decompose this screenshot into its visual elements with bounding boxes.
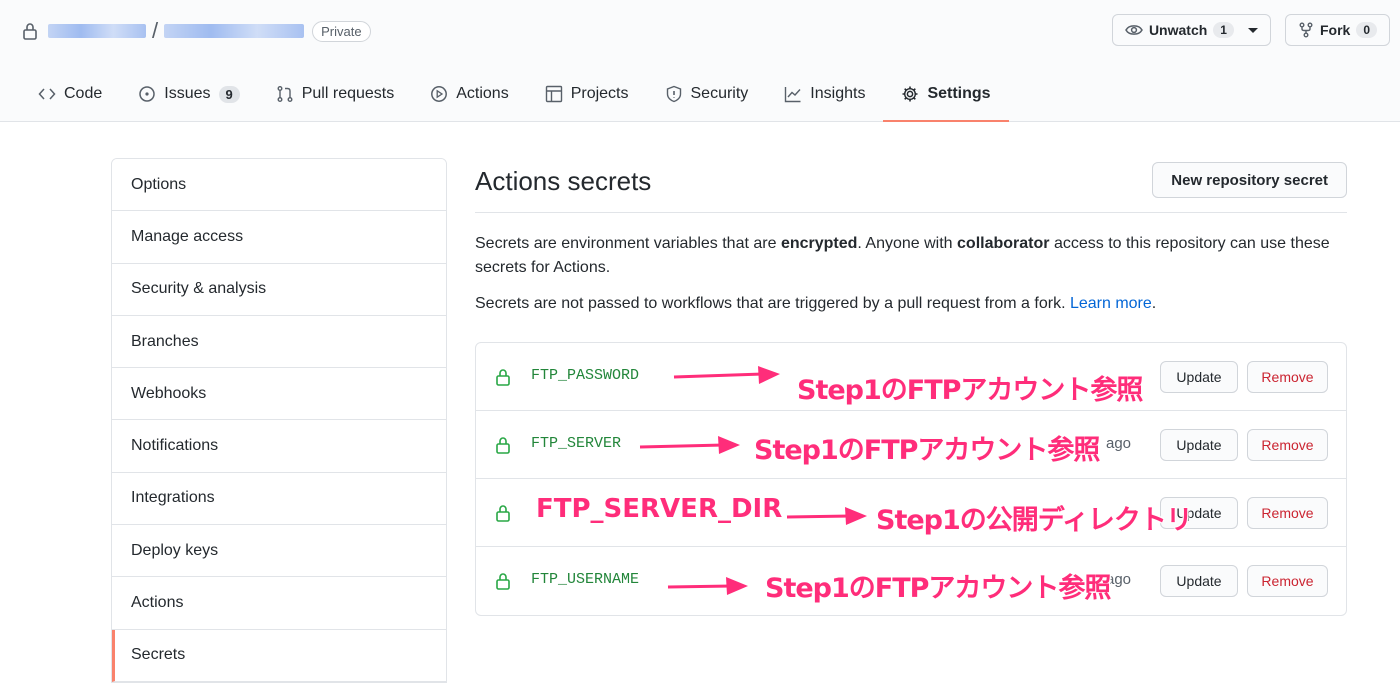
desc-text: Secrets are environment variables that a… <box>475 235 781 252</box>
remove-secret-button[interactable]: Remove <box>1247 361 1328 393</box>
project-icon <box>545 85 562 103</box>
tab-label: Actions <box>456 85 509 102</box>
watchers-count: 1 <box>1213 22 1234 38</box>
repo-path-separator: / <box>152 18 159 43</box>
remove-secret-button[interactable]: Remove <box>1247 429 1328 461</box>
sidebar-item-security-analysis[interactable]: Security & analysis <box>112 263 446 316</box>
update-secret-button[interactable]: Update <box>1160 361 1238 393</box>
sidebar-item-notifications[interactable]: Notifications <box>112 420 446 473</box>
sidebar-item-secrets[interactable]: Secrets <box>112 629 446 682</box>
secrets-description: Secrets are environment variables that a… <box>475 232 1347 280</box>
lock-icon <box>496 369 510 386</box>
tab-insights[interactable]: Insights <box>766 68 883 120</box>
play-icon <box>431 86 448 102</box>
remove-secret-button[interactable]: Remove <box>1247 497 1328 529</box>
tab-pull-requests[interactable]: Pull requests <box>258 68 413 120</box>
desc-bold-encrypted: encrypted <box>780 235 858 252</box>
repo-nav-tabs: Code Issues 9 Pull requests Actions Proj… <box>20 68 1009 122</box>
new-repository-secret-button[interactable]: New repository secret <box>1152 162 1347 198</box>
private-badge: Private <box>312 20 371 42</box>
issues-count: 9 <box>218 85 240 103</box>
tab-settings[interactable]: Settings <box>883 68 1009 122</box>
pull-request-icon <box>277 86 293 102</box>
eye-icon <box>1125 25 1143 35</box>
sidebar-item-branches[interactable]: Branches <box>112 315 446 369</box>
fork-button[interactable]: Fork 0 <box>1284 14 1390 46</box>
repo-title: / Private <box>22 18 371 44</box>
annotation-arrow <box>673 366 780 384</box>
annotation-arrow <box>786 507 867 525</box>
sidebar-item-webhooks[interactable]: Webhooks <box>112 368 446 421</box>
tab-code[interactable]: Code <box>20 68 120 120</box>
tab-issues[interactable]: Issues 9 <box>120 68 257 120</box>
lock-icon <box>23 23 37 40</box>
annotation-label: Step1のFTPアカウント参照 <box>754 435 1100 466</box>
annotation-label: Step1のFTPアカウント参照 <box>765 573 1111 604</box>
sidebar-item-actions[interactable]: Actions <box>112 577 446 630</box>
secrets-main: Actions secrets New repository secret Se… <box>475 158 1347 616</box>
tab-label: Insights <box>810 85 866 102</box>
annotation-label: Step1の公開ディレクトリ <box>876 505 1193 536</box>
sidebar-item-manage-access[interactable]: Manage access <box>112 211 446 264</box>
lock-icon <box>496 505 510 522</box>
annotation-arrow <box>639 436 740 454</box>
sidebar-item-options[interactable]: Options <box>112 159 446 212</box>
issue-icon <box>139 86 155 102</box>
desc-bold-collaborator: collaborator <box>957 235 1050 252</box>
repo-name-link[interactable] <box>164 24 305 38</box>
tab-label: Projects <box>570 85 629 102</box>
code-icon <box>38 88 56 100</box>
secret-name: FTP_SERVER <box>531 435 622 452</box>
lock-icon <box>496 437 510 454</box>
sidebar-item-deploy-keys[interactable]: Deploy keys <box>112 525 446 578</box>
settings-sidebar: Options Manage access Security & analysi… <box>111 158 447 683</box>
repo-header: / Private Unwatch 1 Fork 0 Code Issues 9… <box>0 0 1400 122</box>
chevron-down-icon <box>1247 27 1258 33</box>
fork-note-period: . <box>1151 295 1157 312</box>
repo-owner-link[interactable] <box>48 24 146 38</box>
tab-label: Pull requests <box>301 85 395 102</box>
tab-projects[interactable]: Projects <box>527 68 647 120</box>
fork-note: Secrets are not passed to workflows that… <box>475 292 1156 316</box>
learn-more-link[interactable]: Learn more <box>1070 295 1152 312</box>
tab-label: Settings <box>927 85 991 102</box>
remove-secret-button[interactable]: Remove <box>1247 565 1328 597</box>
secret-name: FTP_USERNAME <box>531 571 640 588</box>
fork-label: Fork <box>1319 22 1351 38</box>
unwatch-button[interactable]: Unwatch 1 <box>1111 14 1271 46</box>
fork-icon <box>1299 22 1313 38</box>
tab-label: Code <box>64 85 103 102</box>
secret-updated: ago <box>1106 435 1132 452</box>
tab-security[interactable]: Security <box>647 68 767 120</box>
secret-name: FTP_PASSWORD <box>531 367 640 384</box>
lock-icon <box>496 573 510 590</box>
annotation-arrow <box>667 577 748 595</box>
title-divider <box>475 212 1347 213</box>
update-secret-button[interactable]: Update <box>1160 429 1238 461</box>
fork-note-text: Secrets are not passed to workflows that… <box>475 295 1070 312</box>
fork-count: 0 <box>1356 22 1377 38</box>
unwatch-label: Unwatch <box>1148 22 1208 38</box>
update-secret-button[interactable]: Update <box>1160 565 1238 597</box>
tab-actions[interactable]: Actions <box>412 68 526 120</box>
desc-text: . Anyone with <box>857 235 958 252</box>
sidebar-item-integrations[interactable]: Integrations <box>112 472 446 526</box>
tab-label: Security <box>690 85 749 102</box>
annotation-secret-name: FTP_SERVER_DIR <box>536 494 783 524</box>
gear-icon <box>902 86 918 102</box>
tab-label: Issues <box>164 85 211 102</box>
repo-actions: Unwatch 1 Fork 0 <box>1111 14 1390 46</box>
graph-icon <box>785 87 801 103</box>
annotation-label: Step1のFTPアカウント参照 <box>797 375 1143 406</box>
shield-icon <box>666 85 681 103</box>
